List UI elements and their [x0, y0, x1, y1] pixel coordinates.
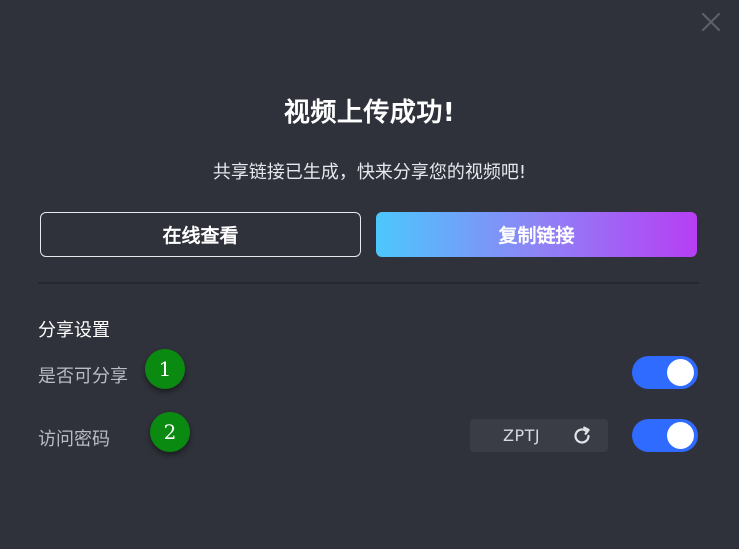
view-online-button[interactable]: 在线查看 [40, 212, 361, 257]
toggle-knob [667, 359, 694, 386]
divider [38, 282, 699, 284]
password-value: ZPTJ [503, 426, 541, 445]
access-password-label: 访问密码 [38, 429, 110, 450]
close-icon [701, 12, 721, 32]
copy-link-button[interactable]: 复制链接 [376, 212, 697, 257]
refresh-icon[interactable] [571, 425, 593, 447]
shareable-label: 是否可分享 [38, 366, 128, 387]
annotation-marker-2: 2 [150, 412, 190, 452]
toggle-knob [667, 422, 694, 449]
annotation-marker-1: 1 [145, 349, 185, 389]
shareable-toggle[interactable] [632, 356, 698, 389]
share-settings-title: 分享设置 [38, 320, 110, 341]
password-toggle[interactable] [632, 419, 698, 452]
password-field[interactable]: ZPTJ [470, 419, 608, 452]
dialog-title: 视频上传成功! [283, 98, 456, 128]
close-button[interactable] [697, 8, 725, 36]
share-dialog: 视频上传成功! 共享链接已生成，快来分享您的视频吧! 在线查看 复制链接 分享设… [0, 0, 739, 549]
dialog-subtitle: 共享链接已生成，快来分享您的视频吧! [212, 162, 527, 183]
